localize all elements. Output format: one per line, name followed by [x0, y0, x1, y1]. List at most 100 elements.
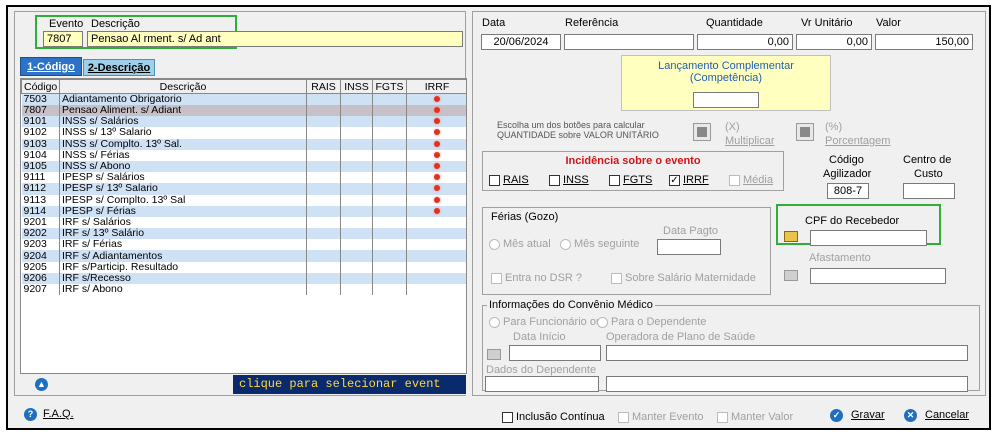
cell-rais: [306, 138, 341, 150]
para-dependente-radio[interactable]: Para o Dependente: [597, 316, 706, 328]
para-funcionario-radio[interactable]: Para Funcionário ou: [489, 316, 602, 328]
save-icon: ✓: [830, 409, 843, 422]
sobre-maternidade-label: Sobre Salário Maternidade: [625, 272, 756, 284]
afastamento-label: Afastamento: [809, 252, 871, 264]
dados-dependente-label: Dados do Dependente: [486, 364, 597, 376]
folder-open-icon[interactable]: [784, 231, 798, 242]
cell-fgts: [372, 116, 407, 128]
para-funcionario-label: Para Funcionário ou: [503, 316, 603, 328]
table-row[interactable]: 9112 IPESP s/ 13º Salario: [21, 183, 466, 195]
codigo-agilizador-field[interactable]: 808-7: [827, 183, 869, 199]
incidencia-checkbox-rais[interactable]: RAIS: [489, 174, 529, 186]
porcentagem-button[interactable]: [796, 123, 814, 141]
col-header-rais[interactable]: RAIS: [306, 79, 341, 94]
entra-dsr-label: Entra no DSR ?: [505, 272, 583, 284]
col-header-inss[interactable]: INSS: [340, 79, 373, 94]
irrf-indicator-icon: [434, 151, 440, 158]
cell-inss: [340, 250, 373, 262]
cell-inss: [340, 172, 373, 184]
eventos-grid[interactable]: Código Descrição RAIS INSS FGTS IRRF 750…: [20, 78, 467, 374]
col-header-descricao[interactable]: Descrição: [59, 79, 307, 94]
centro-custo-label1: Centro de: [903, 154, 952, 166]
data-inicio-field[interactable]: [509, 345, 601, 361]
cell-fgts: [372, 194, 407, 206]
data-field[interactable]: 20/06/2024: [481, 34, 561, 50]
cell-inss: [340, 216, 373, 229]
help-icon: ?: [24, 408, 37, 421]
incidencia-label: IRRF: [683, 174, 709, 186]
table-row[interactable]: 9203 IRF s/ Férias: [21, 239, 466, 251]
cell-codigo: 9102: [21, 127, 60, 139]
cell-inss: [340, 239, 373, 251]
table-row[interactable]: 9204 IRF s/ Adiantamentos: [21, 250, 466, 262]
cell-rais: [306, 93, 341, 105]
tab-codigo[interactable]: 1-Código: [20, 57, 82, 76]
dados-dependente-field1[interactable]: [485, 376, 599, 392]
cell-inss: [340, 138, 373, 150]
radio-circle: [597, 316, 608, 328]
evento-code-field[interactable]: 7807: [43, 31, 83, 47]
cell-irrf: [406, 172, 466, 184]
multiplicar-label: Multiplicar: [725, 135, 775, 147]
inclusao-continua-checkbox[interactable]: Inclusão Contínua: [502, 411, 605, 423]
referencia-field[interactable]: [564, 34, 694, 50]
centro-custo-field[interactable]: [903, 183, 955, 199]
folder-open-icon[interactable]: [784, 270, 798, 281]
cell-inss: [340, 272, 373, 284]
quantidade-field[interactable]: 0,00: [697, 34, 793, 50]
grid-nav-up-icon[interactable]: ▲: [35, 378, 48, 391]
table-row[interactable]: 9113 IPESP s/ Complto. 13º Sal: [21, 194, 466, 206]
col-header-irrf[interactable]: IRRF: [406, 79, 466, 94]
col-header-codigo[interactable]: Código: [21, 79, 60, 94]
grid-header: Código Descrição RAIS INSS FGTS IRRF: [21, 79, 466, 94]
lancamento-title: Lançamento Complementar: [658, 60, 794, 72]
evento-descricao-field[interactable]: Pensao Al rment. s/ Ad ant: [87, 31, 463, 47]
cell-codigo: 9207: [21, 284, 60, 296]
table-row[interactable]: 9102 INSS s/ 13º Salario: [21, 127, 466, 139]
manter-evento-checkbox[interactable]: Manter Evento: [618, 411, 704, 423]
calc-hint-line1: Escolha um dos botões para calcular: [497, 120, 645, 130]
cell-irrf: [406, 93, 466, 105]
descricao-label: Descrição: [91, 18, 140, 30]
afastamento-field[interactable]: [810, 268, 946, 284]
gravar-label: Gravar: [851, 409, 885, 421]
cpf-field[interactable]: [810, 230, 927, 246]
incidencia-checkbox-média[interactable]: Média: [729, 174, 773, 186]
cell-rais: [306, 116, 341, 128]
incidencia-checkbox-irrf[interactable]: ✓ IRRF: [669, 174, 709, 186]
competencia-field[interactable]: [693, 92, 759, 108]
vr-unitario-field[interactable]: 0,00: [796, 34, 872, 50]
table-row[interactable]: 9207 IRF s/ Abono: [21, 284, 466, 296]
incidencia-label: FGTS: [623, 174, 653, 186]
irrf-indicator-icon: [434, 163, 440, 170]
cell-irrf: [406, 105, 466, 117]
cell-irrf: [406, 272, 466, 284]
gravar-button[interactable]: ✓ Gravar: [830, 409, 885, 422]
multiplicar-button[interactable]: [693, 123, 711, 141]
porcentagem-label: Porcentagem: [825, 135, 891, 147]
right-panel: Data Referência Quantidade Vr Unitário V…: [472, 11, 986, 396]
incidencia-checkbox-inss[interactable]: INSS: [549, 174, 589, 186]
mes-atual-radio[interactable]: Mês atual: [489, 238, 551, 250]
mes-seguinte-radio[interactable]: Mês seguinte: [560, 238, 639, 250]
checkbox-box: [502, 411, 513, 423]
radio-circle: [489, 316, 500, 328]
dados-dependente-field2[interactable]: [606, 376, 968, 392]
cancelar-button[interactable]: ✕ Cancelar: [904, 409, 969, 422]
data-label: Data: [482, 17, 506, 29]
manter-valor-checkbox[interactable]: Manter Valor: [717, 411, 793, 423]
valor-field[interactable]: 150,00: [875, 34, 973, 50]
entra-dsr-checkbox[interactable]: Entra no DSR ?: [491, 272, 582, 284]
sobre-maternidade-checkbox[interactable]: Sobre Salário Maternidade: [611, 272, 756, 284]
incidencia-checkbox-fgts[interactable]: FGTS: [609, 174, 652, 186]
tab-descricao[interactable]: 2-Descrição: [83, 59, 155, 76]
porcentagem-symbol: (%): [825, 121, 843, 133]
folder-open-icon[interactable]: [487, 349, 501, 360]
cell-rais: [306, 172, 341, 184]
faq-button[interactable]: ? F.A.Q.: [24, 408, 74, 421]
evento-label: Evento: [49, 18, 84, 30]
col-header-fgts[interactable]: FGTS: [372, 79, 407, 94]
data-pagto-field[interactable]: [657, 239, 721, 255]
operadora-field[interactable]: [606, 345, 968, 361]
cell-inss: [340, 194, 373, 206]
